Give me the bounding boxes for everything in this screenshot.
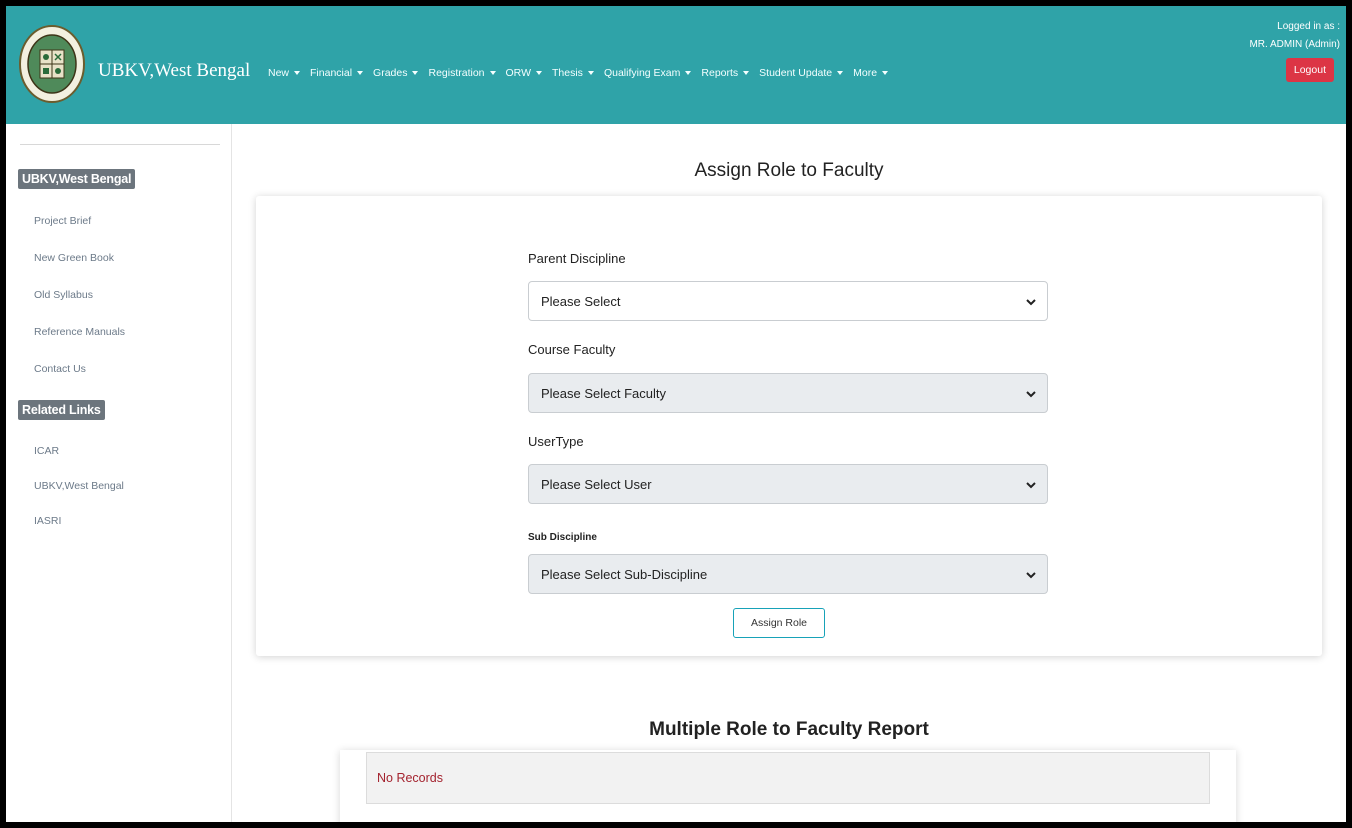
nav-more-label: More [853,67,878,79]
caret-down-icon [837,71,844,75]
main-nav: New Financial Grades Registration ORW Th… [268,67,889,79]
sidebar-link-reference-manuals[interactable]: Reference Manuals [34,326,125,338]
caret-down-icon [882,71,889,75]
sidebar-link-project-brief[interactable]: Project Brief [34,215,91,227]
caret-down-icon [489,71,496,75]
caret-down-icon [412,71,419,75]
course-faculty-select[interactable]: Please Select Faculty [528,373,1048,413]
sidebar-link-ubkv[interactable]: UBKV,West Bengal [34,480,124,492]
caret-down-icon [685,71,692,75]
sidebar-link-iasri[interactable]: IASRI [34,515,61,527]
user-type-label: UserType [528,434,584,449]
nav-orw[interactable]: ORW [506,67,542,79]
nav-financial[interactable]: Financial [310,67,364,79]
chevron-down-icon [1026,391,1036,398]
caret-down-icon [536,71,542,75]
user-type-select[interactable]: Please Select User [528,464,1048,504]
app-frame: UBKV,West Bengal New Financial Grades Re… [6,6,1346,822]
sub-discipline-value: Please Select Sub-Discipline [541,566,708,582]
nav-new[interactable]: New [268,67,301,79]
course-faculty-value: Please Select Faculty [541,385,667,401]
user-name: MR. ADMIN (Admin) [1249,39,1340,50]
top-header: UBKV,West Bengal New Financial Grades Re… [6,6,1346,124]
no-records-message: No Records [366,752,1210,804]
page-title: Assign Role to Faculty [694,160,884,181]
sidebar-link-old-syllabus[interactable]: Old Syllabus [34,289,93,301]
chevron-down-icon [1026,572,1036,579]
sidebar-section-title-related-links: Related Links [18,400,105,420]
nav-orw-label: ORW [505,67,531,79]
parent-discipline-value: Please Select [541,293,621,309]
chevron-down-icon [1026,482,1036,489]
sidebar-link-new-green-book[interactable]: New Green Book [34,252,114,264]
university-logo-icon[interactable] [18,24,86,104]
chevron-down-icon [1026,299,1036,306]
nav-new-label: New [268,67,290,79]
sidebar-link-icar[interactable]: ICAR [34,445,59,457]
nav-reports-label: Reports [701,67,739,79]
user-type-value: Please Select User [541,476,652,492]
caret-down-icon [357,71,364,75]
report-title: Multiple Role to Faculty Report [649,719,929,740]
sidebar-divider [20,144,220,145]
sub-discipline-label: Sub Discipline [528,532,597,543]
nav-thesis-label: Thesis [552,67,583,79]
nav-grades-label: Grades [373,67,408,79]
caret-down-icon [294,71,301,75]
parent-discipline-label: Parent Discipline [528,251,626,266]
nav-more[interactable]: More [853,67,889,79]
nav-financial-label: Financial [310,67,353,79]
sidebar-section-title-ubkv: UBKV,West Bengal [18,169,136,189]
nav-reports[interactable]: Reports [701,67,750,79]
nav-student-update[interactable]: Student Update [759,67,844,79]
assign-role-button[interactable]: Assign Role [733,608,825,638]
logged-in-label: Logged in as : [1277,21,1340,32]
nav-grades[interactable]: Grades [373,67,419,79]
sidebar-link-contact-us[interactable]: Contact Us [34,363,86,375]
assign-role-form: Parent Discipline Please Select Course F… [256,196,1322,656]
nav-qualifying-exam[interactable]: Qualifying Exam [603,67,692,79]
sub-discipline-select[interactable]: Please Select Sub-Discipline [528,554,1048,594]
caret-down-icon [743,71,750,75]
course-faculty-label: Course Faculty [528,342,616,357]
logout-button[interactable]: Logout [1285,58,1334,82]
nav-qualifying-exam-label: Qualifying Exam [603,67,681,79]
nav-registration[interactable]: Registration [428,67,496,79]
nav-student-update-label: Student Update [759,67,833,79]
parent-discipline-select[interactable]: Please Select [528,281,1048,321]
brand-title[interactable]: UBKV,West Bengal [98,60,250,82]
user-info: Logged in as : MR. ADMIN (Admin) Logout [1249,18,1340,82]
sidebar: UBKV,West Bengal Project Brief New Green… [6,124,232,822]
caret-down-icon [587,71,594,75]
nav-registration-label: Registration [428,67,485,79]
nav-thesis[interactable]: Thesis [552,67,594,79]
report-card: No Records [340,750,1236,822]
